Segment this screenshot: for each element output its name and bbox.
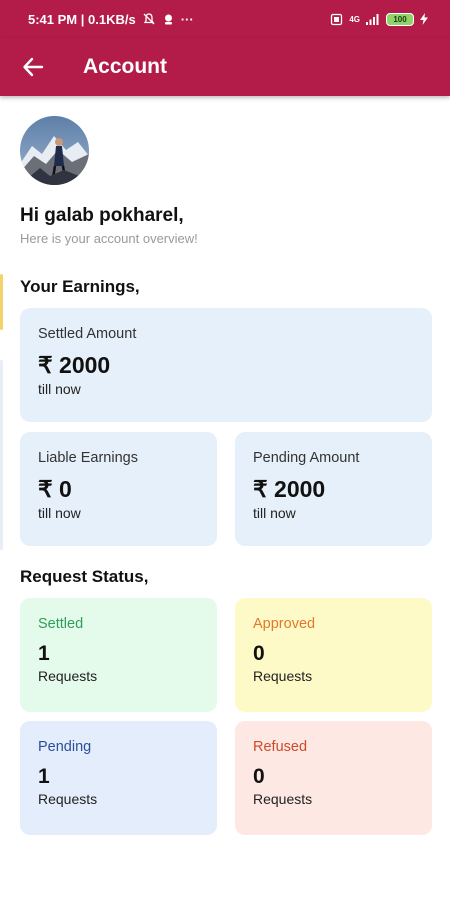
notification-icon — [162, 13, 175, 26]
greeting-title: Hi galab pokharel, — [20, 205, 184, 226]
liable-earnings-card[interactable]: Liable Earnings ₹ 0 till now — [20, 432, 217, 546]
settled-requests-card[interactable]: Settled 1 Requests — [20, 598, 217, 712]
settled-requests-count: 1 — [38, 642, 50, 665]
settled-amount-card[interactable]: Settled Amount ₹ 2000 till now — [20, 308, 432, 422]
approved-requests-label: Approved — [253, 616, 316, 632]
pending-amount-sub: till now — [253, 505, 296, 521]
liable-earnings-label: Liable Earnings — [38, 450, 138, 466]
pending-amount-card[interactable]: Pending Amount ₹ 2000 till now — [235, 432, 432, 546]
approved-requests-count: 0 — [253, 642, 265, 665]
refused-requests-card[interactable]: Refused 0 Requests — [235, 721, 432, 835]
refused-requests-label: Refused — [253, 739, 308, 755]
pending-requests-count: 1 — [38, 765, 50, 788]
refused-requests-sub: Requests — [253, 791, 313, 807]
network-type: 4G — [349, 14, 360, 24]
pending-requests-card[interactable]: Pending 1 Requests — [20, 721, 217, 835]
edge-indicator-blue — [0, 360, 3, 550]
charging-icon — [420, 13, 428, 25]
avatar[interactable] — [20, 116, 89, 185]
request-status-heading: Request Status, — [20, 567, 149, 586]
app-bar: Account — [0, 38, 450, 96]
liable-earnings-value: ₹ 0 — [38, 476, 72, 502]
pending-requests-sub: Requests — [38, 791, 98, 807]
back-button[interactable] — [0, 38, 70, 96]
settled-amount-label: Settled Amount — [38, 326, 137, 342]
battery-icon: 100 — [386, 12, 414, 26]
settled-requests-label: Settled — [38, 616, 84, 632]
page-title: Account — [83, 55, 167, 78]
greeting-subtitle: Here is your account overview! — [20, 231, 198, 246]
refused-requests-count: 0 — [253, 765, 265, 788]
status-time: 5:41 PM | 0.1KB/s — [28, 11, 136, 27]
sim-icon — [330, 13, 343, 26]
edge-indicator-yellow — [0, 274, 3, 330]
pending-amount-value: ₹ 2000 — [253, 476, 326, 502]
arrow-left-icon — [23, 57, 44, 77]
earnings-heading: Your Earnings, — [20, 277, 140, 296]
mute-bell-icon — [142, 12, 156, 26]
signal-icon — [366, 13, 380, 25]
more-indicator: ··· — [180, 11, 194, 27]
settled-amount-sub: till now — [38, 381, 81, 397]
pending-requests-label: Pending — [38, 739, 92, 755]
liable-earnings-sub: till now — [38, 505, 81, 521]
approved-requests-sub: Requests — [253, 668, 313, 684]
approved-requests-card[interactable]: Approved 0 Requests — [235, 598, 432, 712]
pending-amount-label: Pending Amount — [253, 450, 360, 466]
settled-amount-value: ₹ 2000 — [38, 352, 111, 378]
settled-requests-sub: Requests — [38, 668, 98, 684]
status-bar: 5:41 PM | 0.1KB/s ··· 4G 100 — [0, 0, 450, 38]
